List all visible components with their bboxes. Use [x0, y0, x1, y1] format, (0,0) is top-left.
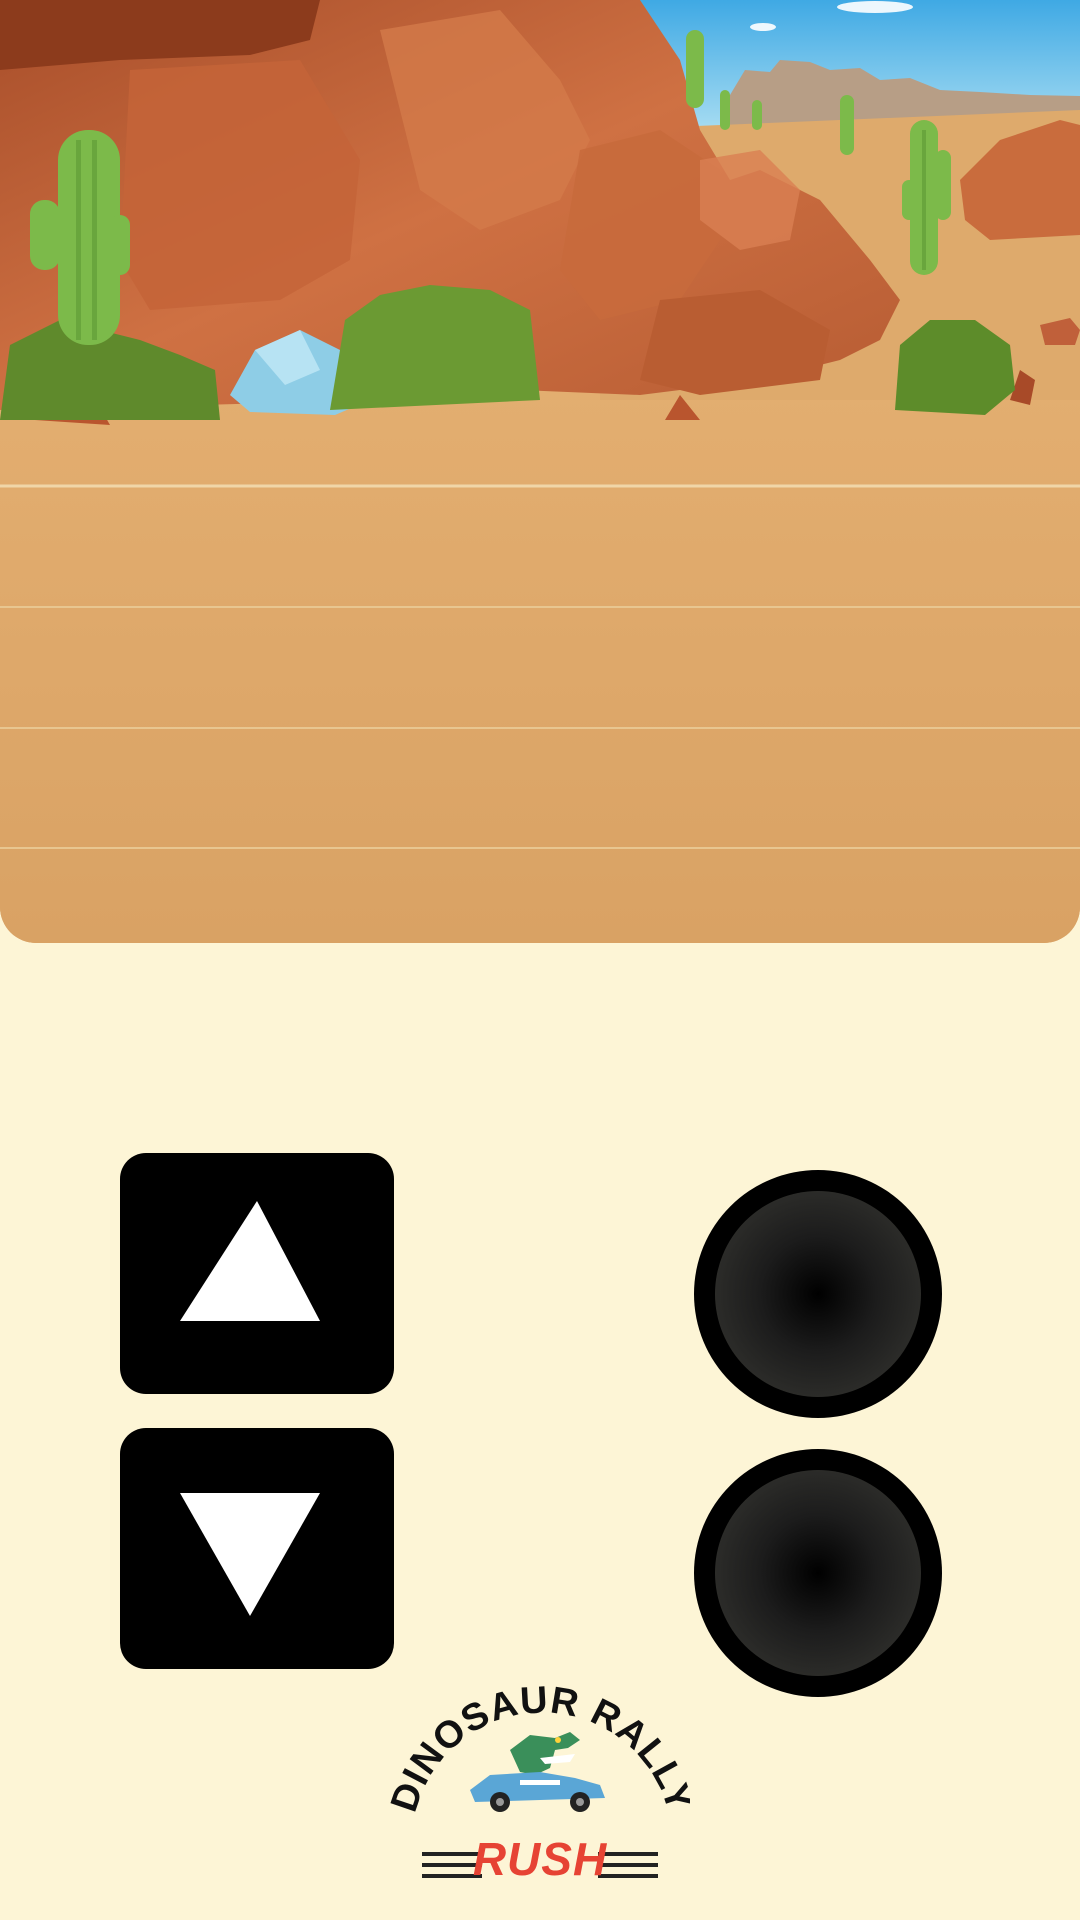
up-button[interactable]	[120, 1153, 394, 1394]
game-viewport	[0, 0, 1080, 943]
game-screen: DINOSAUR RALLY RUSH	[0, 0, 1080, 1920]
down-button[interactable]	[120, 1428, 394, 1669]
logo-title-arc: DINOSAUR RALLY	[390, 1680, 690, 1817]
action-button-top[interactable]	[694, 1170, 942, 1418]
triangle-down-icon	[180, 1493, 320, 1616]
triangle-up-icon	[180, 1201, 320, 1321]
dinosaur-car-icon	[470, 1732, 605, 1812]
logo-subtitle: RUSH	[472, 1833, 608, 1885]
game-logo: DINOSAUR RALLY RUSH	[390, 1680, 690, 1895]
logo-subtitle-block: RUSH	[390, 1830, 690, 1890]
round-button-face	[715, 1191, 921, 1397]
desert-scene	[0, 0, 1080, 943]
action-button-bottom[interactable]	[694, 1449, 942, 1697]
round-button-face	[715, 1470, 921, 1676]
